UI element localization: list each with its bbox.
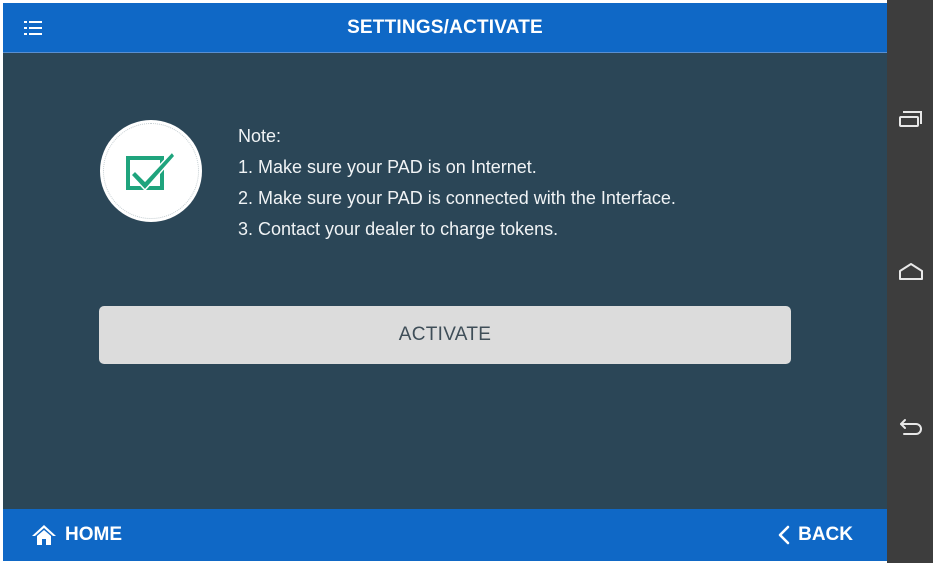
activate-button[interactable]: ACTIVATE: [99, 306, 791, 364]
note-line: 1. Make sure your PAD is on Internet.: [238, 157, 537, 177]
note-heading: Note:: [238, 126, 282, 146]
header-bar: SETTINGS/ACTIVATE: [3, 3, 887, 53]
system-nav-bar: [887, 0, 933, 563]
home-button[interactable]: HOME: [31, 521, 122, 549]
activation-badge: [100, 120, 202, 222]
home-outline-icon: [899, 263, 923, 280]
chevron-left-icon: [778, 525, 790, 545]
page-title: SETTINGS/ACTIVATE: [347, 17, 543, 38]
system-back-button[interactable]: [887, 405, 933, 445]
checkbox-check-icon: [126, 150, 176, 192]
activation-notes: Note: 1. Make sure your PAD is on Intern…: [238, 121, 676, 245]
footer-bar: HOME BACK: [3, 509, 887, 561]
home-label: HOME: [65, 524, 122, 545]
recents-button[interactable]: [887, 100, 933, 140]
note-line: 3. Contact your dealer to charge tokens.: [238, 219, 559, 239]
back-label: BACK: [798, 524, 853, 545]
recents-icon: [899, 111, 922, 127]
note-line: 2. Make sure your PAD is connected with …: [238, 188, 676, 208]
back-arrow-icon: [900, 419, 922, 435]
back-button[interactable]: BACK: [778, 521, 853, 549]
system-home-button[interactable]: [887, 250, 933, 290]
app-screen: SETTINGS/ACTIVATE Note: 1. Make sure you…: [3, 3, 887, 561]
home-icon: [32, 525, 56, 545]
